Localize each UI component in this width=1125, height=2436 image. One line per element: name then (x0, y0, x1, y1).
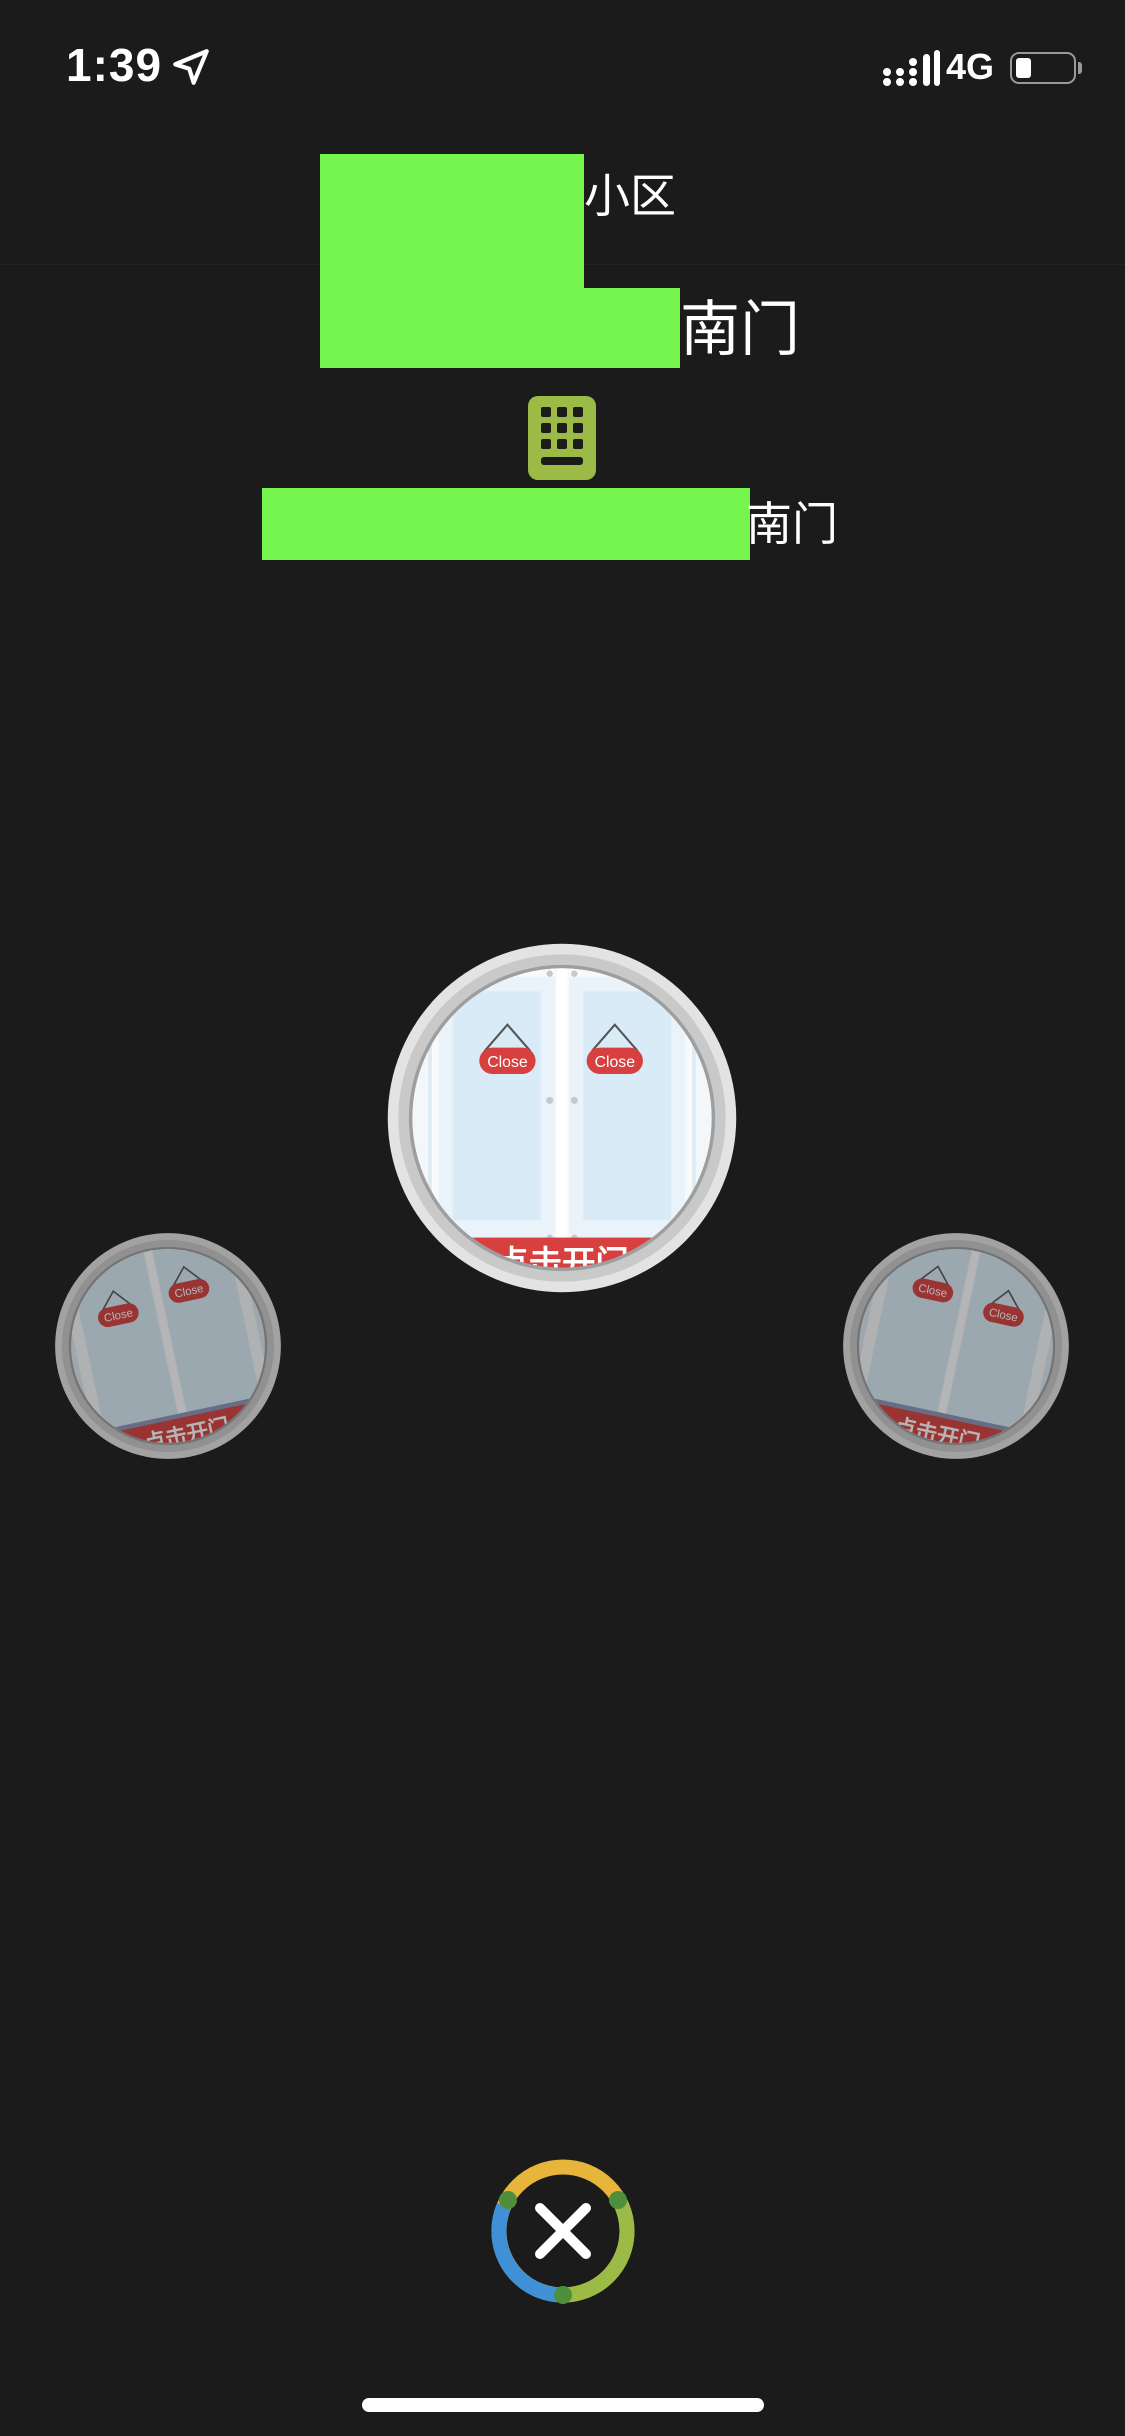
network-type: 4G (946, 46, 995, 87)
gate-name-redacted (444, 288, 680, 368)
home-indicator[interactable] (362, 2398, 764, 2412)
close-icon[interactable] (488, 2156, 638, 2306)
location-arrow-icon (173, 49, 209, 85)
door-illustration-right: Close Close 点击开门 (843, 1233, 1069, 1459)
door-name-suffix: 南门 (746, 498, 838, 550)
door-open-button-right[interactable]: Close Close 点击开门 (842, 1232, 1070, 1460)
door-open-button-main[interactable]: Close Close 点击开门 (386, 942, 738, 1294)
battery-level (1016, 58, 1031, 78)
close-sign-left: Close (487, 1054, 528, 1071)
battery-icon (1010, 52, 1076, 84)
gate-name-suffix: 南门 (680, 296, 800, 363)
close-sign-right: Close (595, 1054, 636, 1071)
keypad-icon[interactable] (528, 396, 596, 480)
status-time: 1:39 (66, 39, 163, 91)
door-open-button-left[interactable]: Close Close 点击开门 (54, 1232, 282, 1460)
door-name-redacted (262, 488, 750, 560)
door-illustration: Close Close 点击开门 (387, 943, 737, 1293)
battery-cap (1078, 62, 1082, 74)
community-name-suffix: 小区 (584, 170, 676, 222)
signal-bars-icon (883, 50, 940, 86)
door-illustration-left: Close Close 点击开门 (55, 1233, 281, 1459)
status-bar: 1:39 4G (0, 0, 1125, 140)
